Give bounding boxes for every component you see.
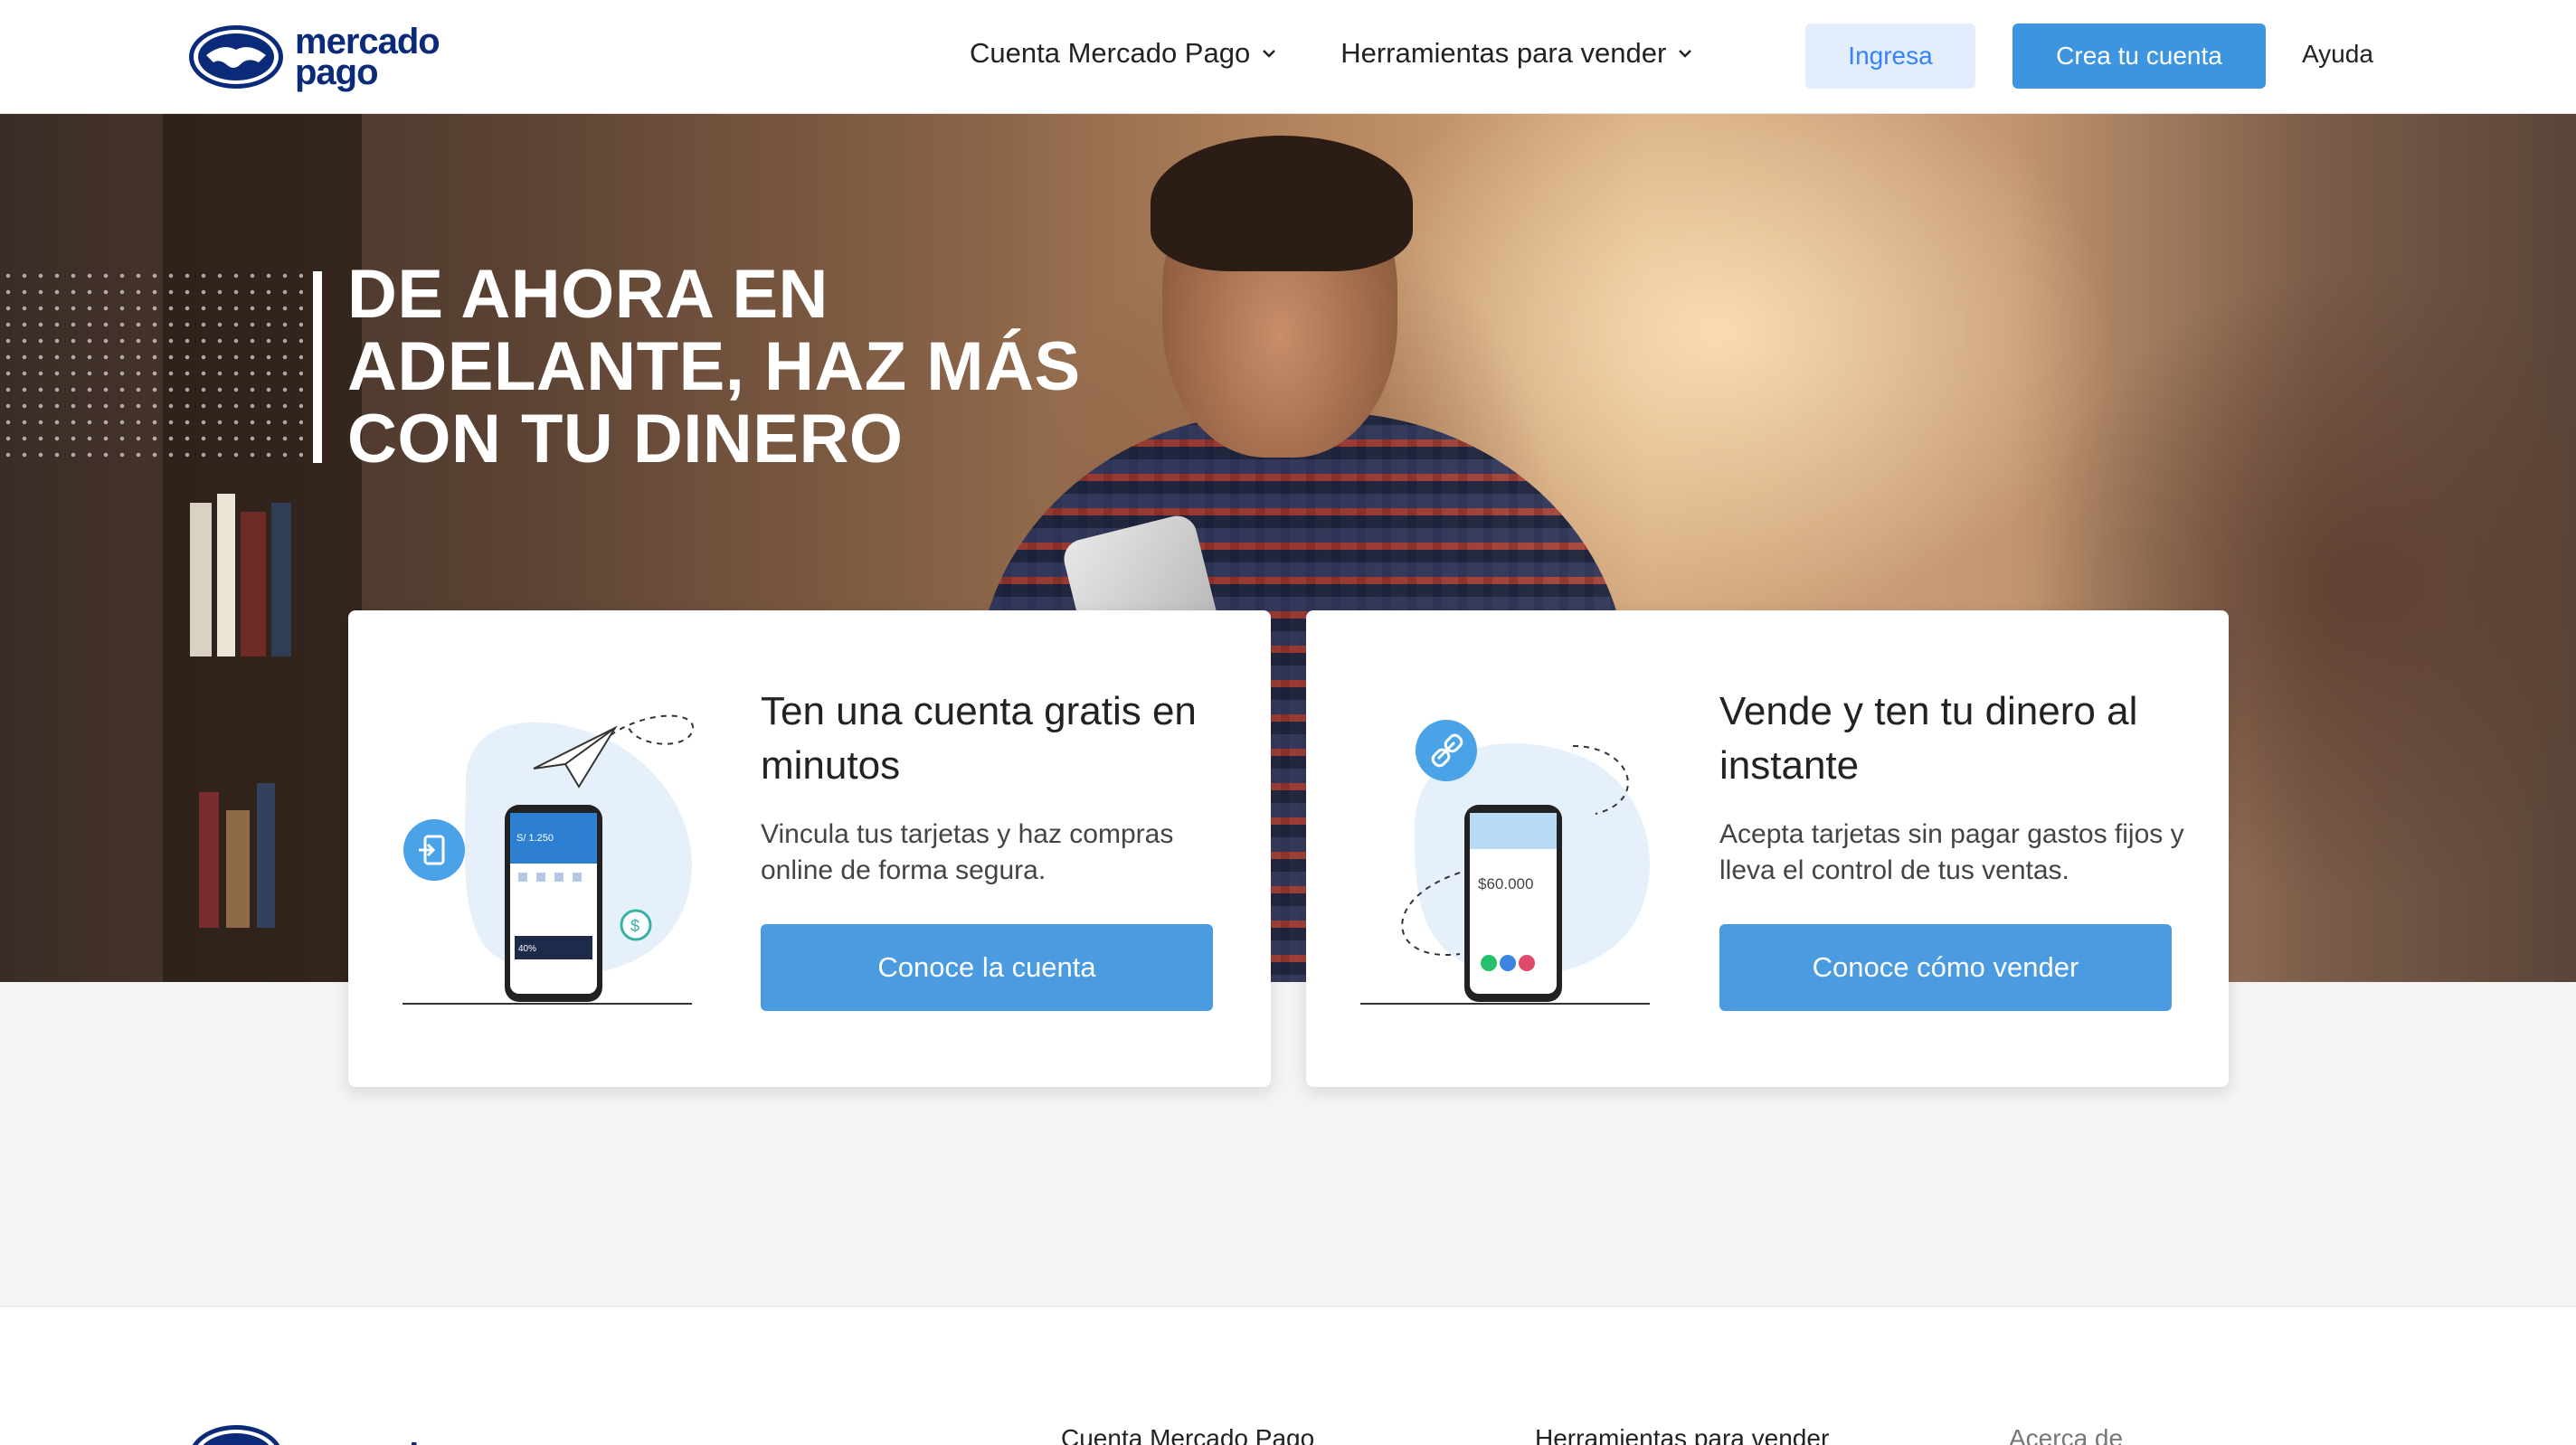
learn-selling-button[interactable]: Conoce cómo vender	[1719, 924, 2172, 1011]
hero-accent-bar	[313, 271, 322, 463]
sell-card-description: Acepta tarjetas sin pagar gastos fijos y…	[1719, 819, 2184, 885]
book-decoration	[257, 783, 275, 928]
hero-title: DE AHORA EN ADELANTE, HAZ MÁS CON TU DIN…	[347, 256, 1081, 477]
signup-button[interactable]: Crea tu cuenta	[2012, 24, 2266, 89]
main-nav: Cuenta Mercado Pago Herramientas para ve…	[970, 33, 1757, 74]
help-link[interactable]: Ayuda	[2302, 40, 2373, 69]
logo-wordmark: mercado pago	[295, 22, 440, 92]
learn-account-button[interactable]: Conoce la cuenta	[761, 924, 1213, 1011]
chevron-down-icon	[1679, 50, 1692, 58]
handshake-logo-icon	[189, 25, 283, 89]
svg-text:$: $	[630, 917, 639, 935]
footer-logo-wordmark: mercado	[295, 1439, 440, 1445]
account-card: S/ 1.250 40% $ Ten una cuenta gratis en …	[348, 610, 1271, 1087]
phone-balance: S/ 1.250	[516, 833, 554, 844]
handshake-logo-icon	[192, 1425, 280, 1445]
phone-promo: 40%	[518, 944, 536, 954]
login-button[interactable]: Ingresa	[1805, 24, 1975, 89]
person-hair-photo	[1151, 136, 1413, 271]
footer: mercado Cuenta Mercado Pago Herramientas…	[0, 1306, 2576, 1445]
book-decoration	[226, 810, 250, 928]
nav-cuenta-mercado-pago[interactable]: Cuenta Mercado Pago	[970, 37, 1279, 70]
book-decoration	[190, 503, 212, 656]
book-decoration	[241, 512, 266, 656]
footer-logo[interactable]: mercado	[186, 1422, 440, 1445]
footer-col-herramientas[interactable]: Herramientas para vender	[1535, 1424, 1829, 1445]
sell-phone-illustration: $60.000	[1360, 720, 1650, 1005]
book-decoration	[217, 494, 235, 656]
footer-col-acerca[interactable]: Acerca de	[2009, 1424, 2123, 1445]
top-navbar: mercado pago Cuenta Mercado Pago Herrami…	[0, 0, 2576, 114]
sell-card-title: Vende y ten tu dinero al instante	[1719, 689, 2138, 788]
nav-herramientas-para-vender[interactable]: Herramientas para vender	[1340, 37, 1695, 70]
account-card-title: Ten una cuenta gratis en minutos	[761, 689, 1197, 788]
mercado-pago-logo[interactable]: mercado pago	[186, 20, 449, 94]
account-phone-illustration: S/ 1.250 40% $	[402, 714, 695, 1005]
account-card-description: Vincula tus tarjetas y haz compras onlin…	[761, 819, 1174, 885]
sell-card: $60.000 Vende y ten tu dinero al instant…	[1306, 610, 2229, 1087]
book-decoration	[271, 503, 291, 656]
footer-col-cuenta[interactable]: Cuenta Mercado Pago	[1061, 1424, 1314, 1445]
dot-pattern-decoration	[0, 268, 303, 462]
book-decoration	[199, 792, 219, 928]
phone-sale-amount: $60.000	[1478, 875, 1533, 892]
chevron-down-icon	[1263, 50, 1276, 58]
